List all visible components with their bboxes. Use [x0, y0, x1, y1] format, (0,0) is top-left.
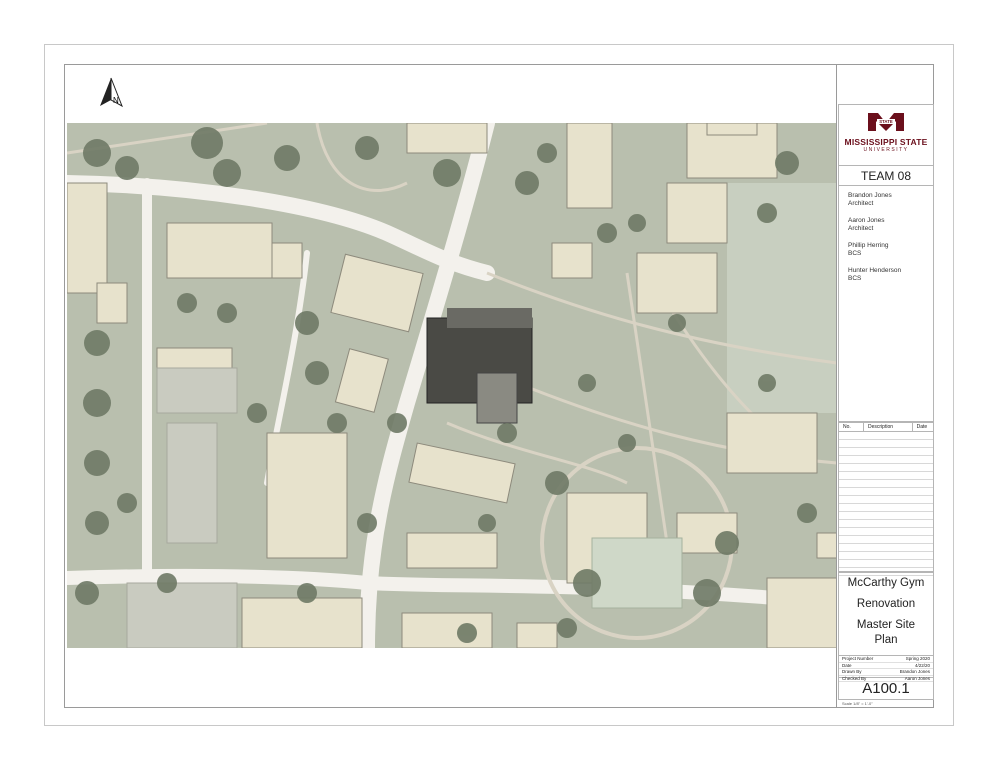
revision-row	[839, 544, 933, 552]
member-name: Aaron Jones	[848, 217, 885, 224]
team-members: Brandon Jones Architect Aaron Jones Arch…	[838, 186, 934, 422]
info-label: Drawn By	[842, 669, 862, 674]
university-logo: STATE MISSISSIPPI STATE UNIVERSITY	[838, 104, 934, 166]
logo-university-subtitle: UNIVERSITY	[863, 147, 909, 153]
site-plan-drawing	[67, 123, 837, 648]
north-arrow-icon: N	[100, 77, 123, 108]
revision-row	[839, 440, 933, 448]
title-line-4: Plan	[874, 634, 898, 646]
revision-row	[839, 552, 933, 560]
member-role: BCS	[848, 250, 862, 257]
drawing-title: McCarthy Gym Renovation Master Site Plan	[838, 572, 934, 656]
member-entry: Hunter Henderson BCS	[848, 267, 933, 283]
member-name: Hunter Henderson	[848, 267, 902, 274]
project-info: Project Number Spring 2020 Date 4/22/20 Dr…	[838, 656, 934, 682]
revision-row	[839, 512, 933, 520]
team-label: TEAM 08	[838, 166, 934, 186]
member-name: Phillip Herring	[848, 242, 889, 249]
info-value: 4/22/20	[914, 662, 930, 668]
member-entry: Brandon Jones Architect	[848, 192, 933, 208]
revision-row	[839, 456, 933, 464]
revision-row	[839, 520, 933, 528]
revision-col-description: Description	[864, 423, 913, 431]
revision-col-no: No.	[839, 423, 864, 431]
revision-row	[839, 480, 933, 488]
revision-row	[839, 432, 933, 440]
revision-row	[839, 496, 933, 504]
logo-university-name: MISSISSIPPI STATE	[844, 137, 928, 147]
revision-row	[839, 472, 933, 480]
member-role: BCS	[848, 275, 862, 282]
member-entry: Phillip Herring BCS	[848, 242, 933, 258]
revision-col-date: Date	[916, 424, 928, 430]
info-value: Spring 2020	[905, 656, 930, 661]
member-role: Architect	[848, 200, 874, 207]
revision-row	[839, 528, 933, 536]
revision-row	[839, 488, 933, 496]
revision-row	[839, 504, 933, 512]
member-role: Architect	[848, 225, 874, 232]
member-entry: Aaron Jones Architect	[848, 217, 933, 233]
title-line-1: McCarthy Gym	[847, 577, 925, 589]
logo-mark-text: STATE	[879, 119, 893, 124]
info-label: Date	[842, 662, 852, 668]
revision-row	[839, 536, 933, 544]
info-value: Brandon Jones	[899, 669, 930, 674]
member-name: Brandon Jones	[848, 192, 892, 199]
revision-row	[839, 448, 933, 456]
revision-table: No. Description Date	[838, 422, 934, 576]
revision-header-row: No. Description Date	[839, 423, 933, 432]
scale-note: Scale 1/8" = 1'-0"	[842, 701, 873, 706]
revision-row	[839, 560, 933, 568]
info-label: Project Number	[842, 656, 874, 661]
north-label: N	[113, 96, 119, 105]
revision-row	[839, 464, 933, 472]
msu-logo-icon: STATE	[868, 113, 904, 131]
title-line-2: Renovation	[856, 598, 916, 610]
sheet-number: A100.1	[838, 678, 934, 700]
title-line-3: Master Site	[856, 619, 916, 631]
